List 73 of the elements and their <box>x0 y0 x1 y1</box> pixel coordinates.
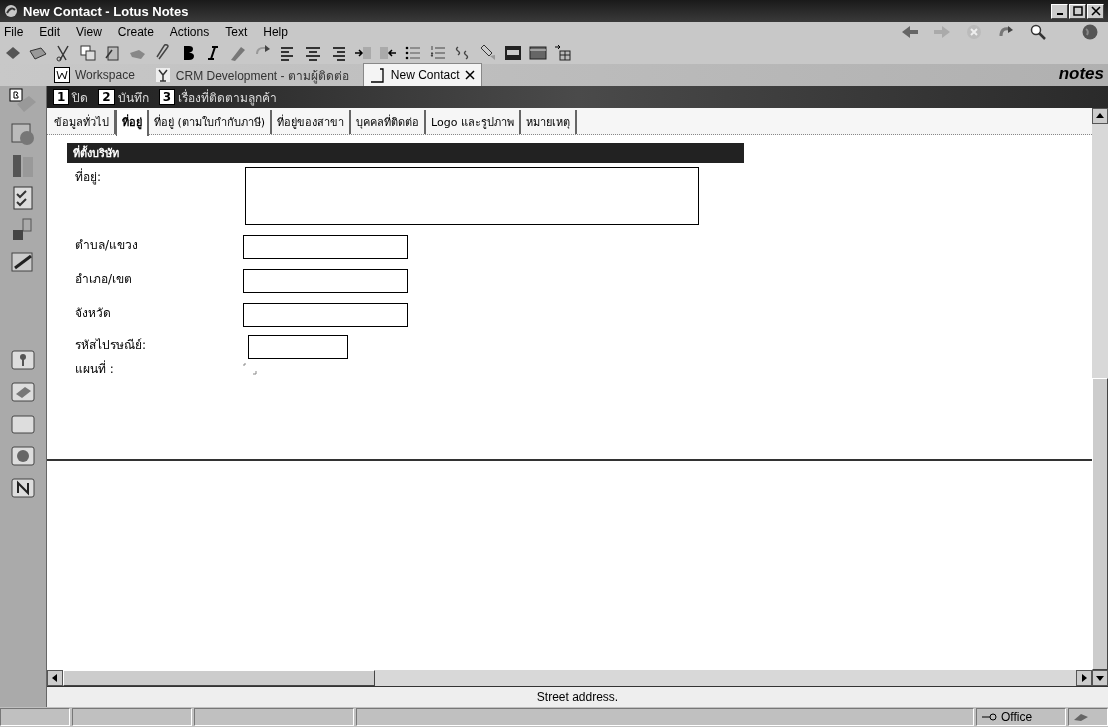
menu-item[interactable]: File <box>4 25 24 39</box>
input-field[interactable] <box>243 303 408 327</box>
highlighter-icon[interactable] <box>229 44 247 62</box>
document-icon <box>369 67 386 83</box>
menu-item[interactable]: Text <box>225 25 248 39</box>
field-label: ที่อยู่: <box>74 167 103 186</box>
scroll-right-icon[interactable] <box>1076 670 1092 686</box>
app-icon <box>4 4 18 18</box>
field-label: แผนที่ : <box>74 359 115 378</box>
close-icon <box>1090 6 1101 16</box>
form-tab[interactable]: ที่อยู่ <box>116 110 149 136</box>
minimize-button[interactable] <box>1051 3 1068 19</box>
menu-item[interactable]: View <box>76 25 102 39</box>
indent-icon[interactable] <box>354 44 372 62</box>
align-center-icon[interactable] <box>304 44 322 62</box>
minimize-icon <box>1056 13 1063 15</box>
window-title: New Contact - Lotus Notes <box>23 3 189 19</box>
window-tab[interactable]: CRM Development - ตามผู้ติดต่อ <box>148 64 355 86</box>
table-icon[interactable] <box>529 44 547 62</box>
menu-item[interactable]: Create <box>117 25 154 39</box>
menu-item[interactable]: Edit <box>39 25 61 39</box>
scrollbar-thumb[interactable] <box>1092 378 1108 670</box>
status-message: Street address. <box>536 690 619 704</box>
key-icon <box>981 712 997 722</box>
action-button[interactable]: 2 บันทึก <box>98 87 149 107</box>
menu-item[interactable]: Actions <box>169 25 210 39</box>
image-placeholder-icon <box>243 363 257 375</box>
field-label: รหัสไปรษณีย์: <box>74 337 148 354</box>
menu-item[interactable]: Help <box>263 25 288 39</box>
form-tab[interactable]: ที่อยู่ของสาขา <box>272 110 352 134</box>
globe-icon[interactable] <box>1080 24 1100 40</box>
vertical-scrollbar[interactable] <box>1092 108 1108 686</box>
field-label: จังหวัด <box>74 305 112 322</box>
bullet-list-icon[interactable] <box>404 44 422 62</box>
mail-tray-icon[interactable] <box>1073 712 1089 722</box>
close-icon[interactable] <box>464 70 475 80</box>
status-panel <box>0 708 70 726</box>
section-header: ที่ตั้งบริษัท <box>67 143 744 163</box>
cut-icon[interactable] <box>54 44 72 62</box>
paste-icon[interactable] <box>104 44 122 62</box>
scroll-left-icon[interactable] <box>47 670 63 686</box>
form-tab[interactable]: Logo และรูปภาพ <box>426 110 521 134</box>
input-field[interactable] <box>243 269 408 293</box>
insert-table-icon[interactable] <box>554 44 572 62</box>
form-tab[interactable]: ที่อยู่ (ตามใบกำกับภาษี) <box>149 110 273 134</box>
address-field[interactable] <box>245 167 699 225</box>
scroll-up-icon[interactable] <box>1092 108 1108 124</box>
field-label: อำเภอ/เขต <box>74 271 134 288</box>
maximize-button[interactable] <box>1069 3 1086 19</box>
toolbar-icon[interactable] <box>4 44 22 62</box>
window-tab[interactable]: New Contact <box>362 63 482 86</box>
workspace-icon <box>54 67 70 83</box>
action-button[interactable]: 1 ปิด <box>53 87 89 107</box>
maximize-icon <box>1072 6 1083 16</box>
scroll-down-icon[interactable] <box>1092 670 1108 686</box>
window-tab[interactable]: Workspace <box>48 64 141 86</box>
paperclip-icon[interactable] <box>154 44 172 62</box>
back-arrow-icon[interactable] <box>900 24 920 40</box>
search-icon[interactable] <box>1028 24 1048 40</box>
postcode-field[interactable] <box>248 335 348 359</box>
action-button[interactable]: 3 เรื่องที่ติดตามลูกค้า <box>158 87 278 107</box>
database-icon <box>154 67 171 83</box>
field-label: ตำบล/แขวง <box>74 237 140 254</box>
copy-icon[interactable] <box>79 44 97 62</box>
spellcheck-icon[interactable] <box>504 44 522 62</box>
outdent-icon[interactable] <box>379 44 397 62</box>
horizontal-scrollbar[interactable] <box>47 670 1092 686</box>
form-tab[interactable]: หมายเหตุ <box>520 110 577 134</box>
close-button[interactable] <box>1087 3 1104 19</box>
input-field[interactable] <box>243 235 408 259</box>
form-tab[interactable]: บุคคลที่ติดต่อ <box>351 110 427 134</box>
brand-label: notes <box>1058 64 1105 85</box>
scrollbar-thumb[interactable] <box>63 670 375 686</box>
